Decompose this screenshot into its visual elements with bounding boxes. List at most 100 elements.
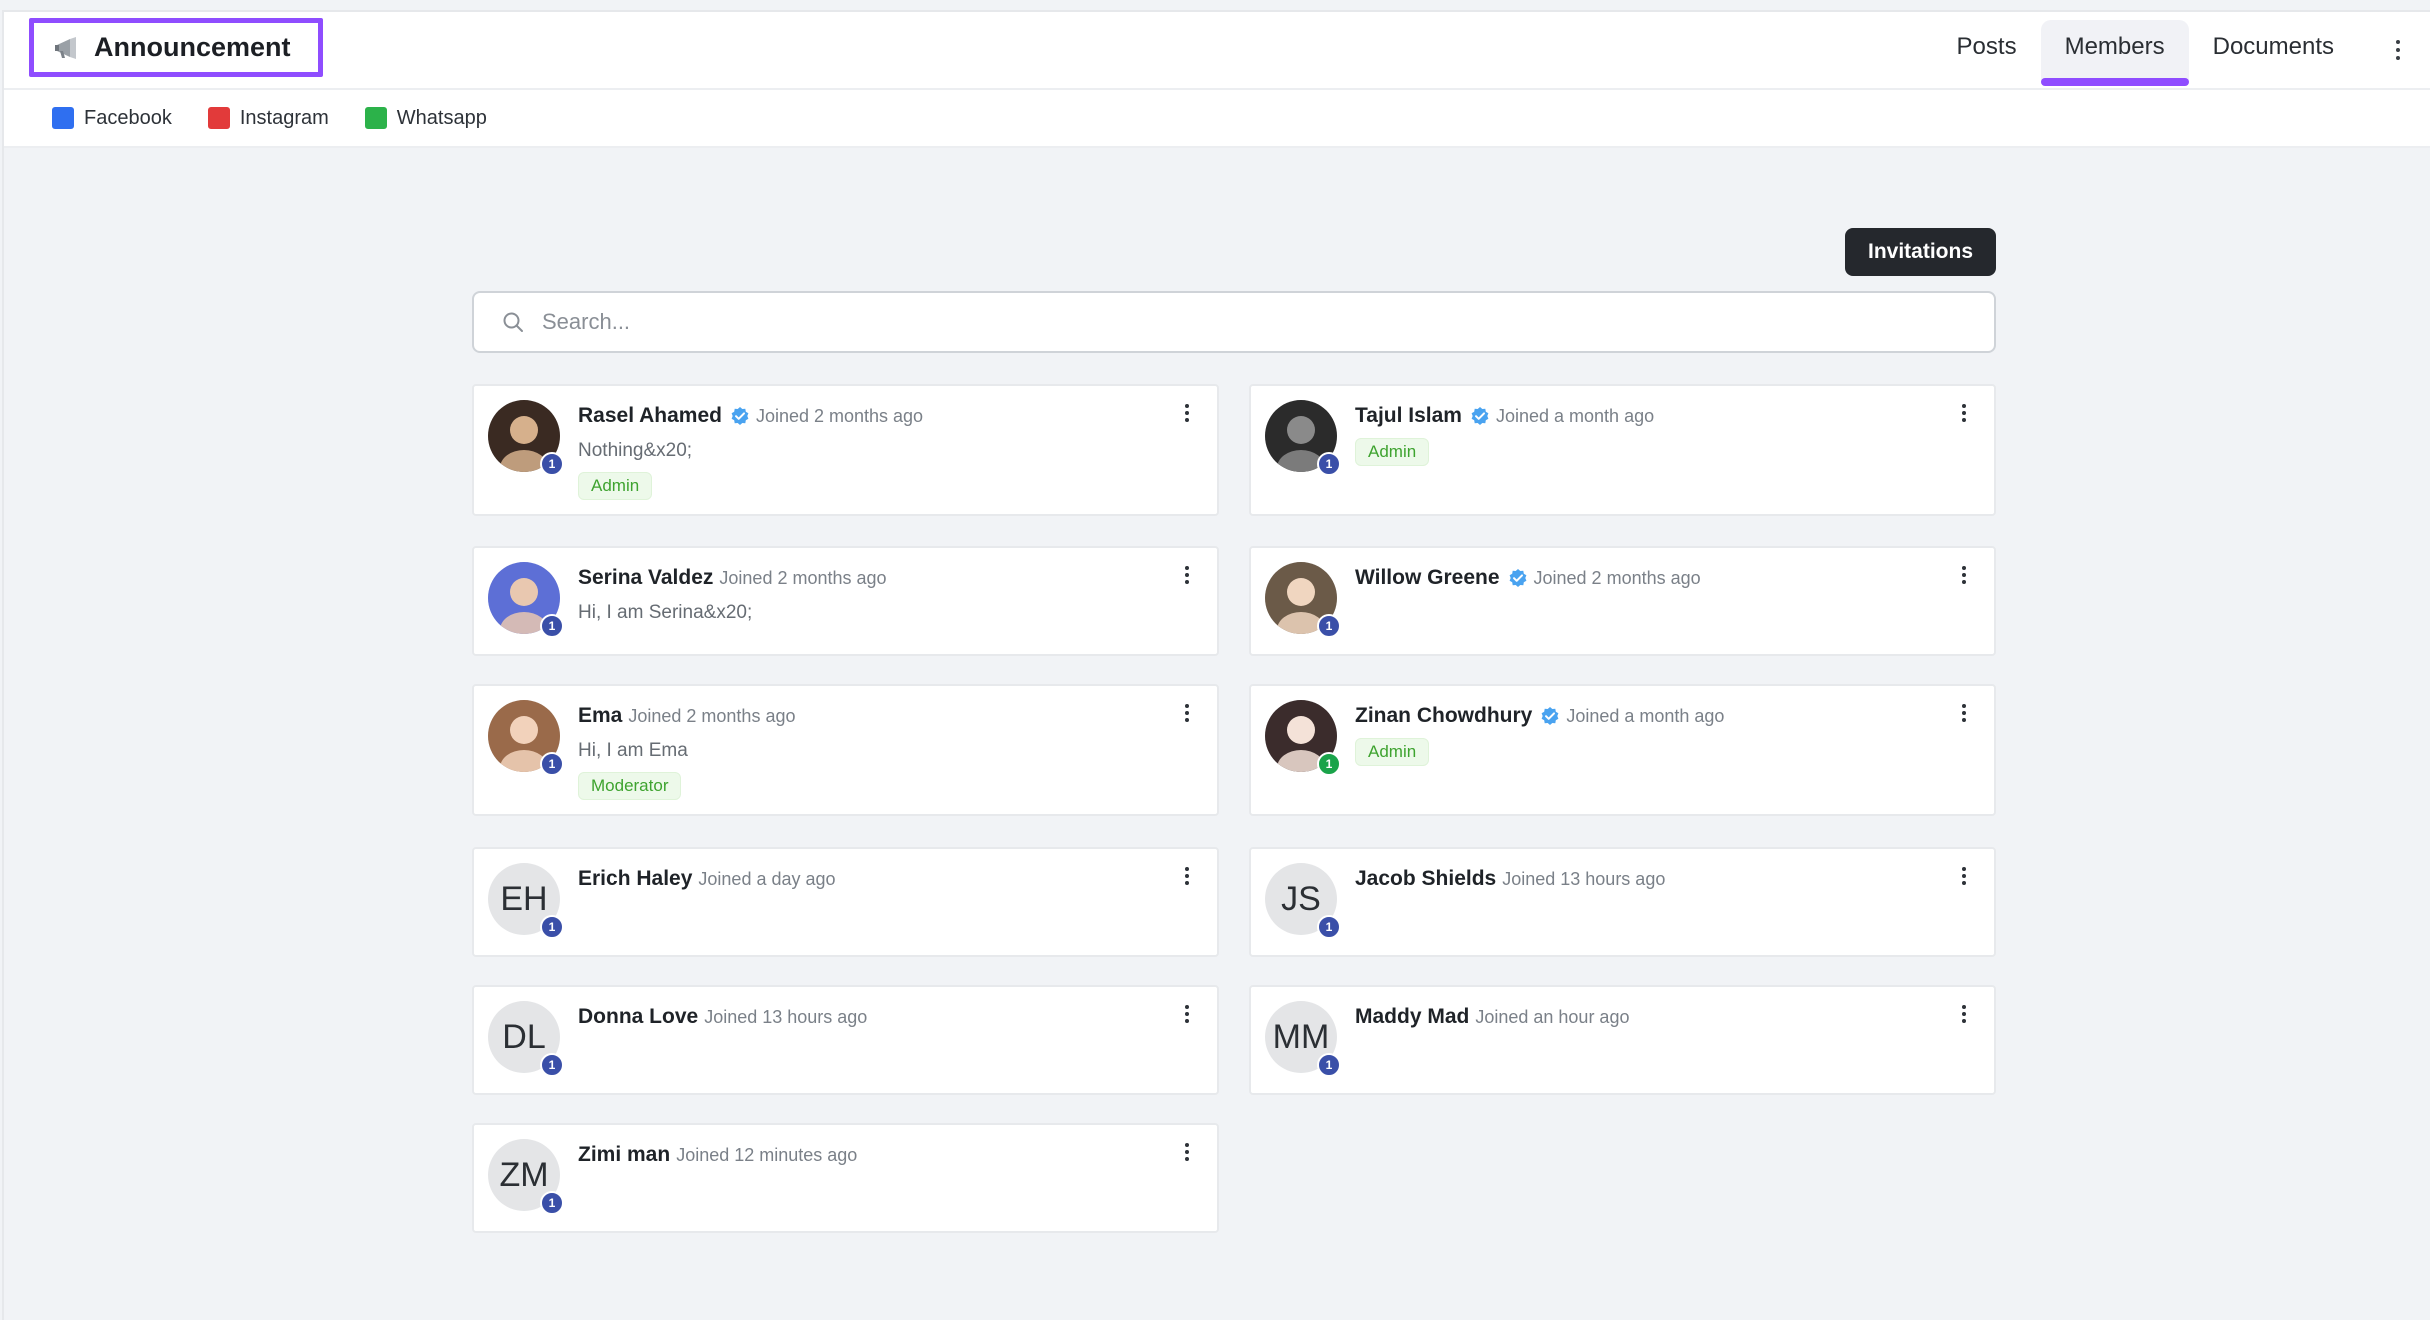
member-info: Donna Love Joined 13 hours ago <box>578 1005 867 1029</box>
member-card[interactable]: 1 Rasel Ahamed Joined 2 months ago Nothing&… <box>472 384 1219 516</box>
status-badge: 1 <box>540 452 564 476</box>
member-name-line: Willow Greene Joined 2 months ago <box>1355 566 1701 590</box>
avatar[interactable]: 1 <box>1265 700 1341 776</box>
joined-time: Joined an hour ago <box>1475 1006 1630 1027</box>
avatar[interactable]: JS 1 <box>1265 863 1341 939</box>
status-badge: 1 <box>540 1053 564 1077</box>
member-bio: Nothing&x20; <box>578 440 693 461</box>
joined-time: Joined a month ago <box>1495 405 1655 426</box>
avatar[interactable]: DL 1 <box>488 1001 564 1077</box>
verified-icon <box>1541 707 1559 725</box>
member-info: Jacob Shields Joined 13 hours ago <box>1355 867 1665 891</box>
member-name-line: Serina Valdez Joined 2 months ago <box>578 566 887 590</box>
avatar[interactable]: 1 <box>1265 562 1341 638</box>
member-card[interactable]: ZM 1 Zimi man Joined 12 minutes ago <box>472 1123 1219 1233</box>
member-options-icon[interactable] <box>1177 1005 1197 1023</box>
member-card[interactable]: 1 Zinan Chowdhury Joined a month ago Admin <box>1249 684 1996 816</box>
link-whatsapp[interactable]: Whatsapp <box>364 106 487 130</box>
avatar[interactable]: EH 1 <box>488 863 564 939</box>
avatar[interactable]: 1 <box>488 562 564 638</box>
tab-documents[interactable]: Documents <box>2189 20 2358 80</box>
search-icon <box>503 312 523 332</box>
member-options-icon[interactable] <box>1954 404 1974 422</box>
group-title[interactable]: Announcement <box>29 18 323 77</box>
member-card[interactable]: DL 1 Donna Love Joined 13 hours ago <box>472 985 1219 1095</box>
member-options-icon[interactable] <box>1177 566 1197 584</box>
member-card[interactable]: 1 Ema Joined 2 months ago Hi, I am Ema Moder… <box>472 684 1219 816</box>
avatar-initials: ZM <box>499 1155 549 1194</box>
member-options-icon[interactable] <box>1954 867 1974 885</box>
link-label: Whatsapp <box>396 106 487 129</box>
avatar-initials: EH <box>500 879 548 918</box>
member-name[interactable]: Rasel Ahamed <box>578 404 722 428</box>
status-badge: 1 <box>540 1191 564 1215</box>
status-badge: 1 <box>540 614 564 638</box>
member-info: Tajul Islam Joined a month ago Admin <box>1355 404 1654 466</box>
joined-time: Joined 2 months ago <box>1533 567 1701 588</box>
member-name[interactable]: Erich Haley <box>578 867 692 891</box>
tab-members[interactable]: Members <box>2040 20 2189 86</box>
member-options-icon[interactable] <box>1177 704 1197 722</box>
member-name-line: Zinan Chowdhury Joined a month ago <box>1355 704 1724 728</box>
avatar[interactable]: 1 <box>488 400 564 476</box>
link-facebook[interactable]: Facebook <box>52 107 172 130</box>
member-name-line: Ema Joined 2 months ago <box>578 704 795 728</box>
member-options-icon[interactable] <box>1177 404 1197 422</box>
member-name[interactable]: Serina Valdez <box>578 566 713 590</box>
member-name-line: Maddy Mad Joined an hour ago <box>1355 1005 1629 1029</box>
member-name[interactable]: Maddy Mad <box>1355 1005 1469 1029</box>
search-input[interactable] <box>540 308 1944 336</box>
member-card[interactable]: JS 1 Jacob Shields Joined 13 hours ago <box>1249 847 1996 957</box>
member-options-icon[interactable] <box>1177 867 1197 885</box>
member-info: Maddy Mad Joined an hour ago <box>1355 1005 1629 1029</box>
member-name[interactable]: Ema <box>578 704 622 728</box>
link-instagram[interactable]: Instagram <box>207 106 329 130</box>
avatar[interactable]: ZM 1 <box>488 1139 564 1215</box>
whatsapp-icon <box>364 107 387 129</box>
joined-time: Joined a day ago <box>698 868 836 889</box>
member-card[interactable]: 1 Serina Valdez Joined 2 months ago Hi, I a… <box>472 546 1219 656</box>
avatar[interactable]: 1 <box>1265 400 1341 476</box>
status-badge: 1 <box>1317 452 1341 476</box>
member-name[interactable]: Zinan Chowdhury <box>1355 704 1532 728</box>
member-card[interactable]: 1 Tajul Islam Joined a month ago Admin <box>1249 384 1996 516</box>
member-name[interactable]: Willow Greene <box>1355 566 1500 590</box>
joined-time: Joined a month ago <box>1566 705 1725 726</box>
joined-time: Joined 12 minutes ago <box>676 1144 858 1165</box>
member-card[interactable]: EH 1 Erich Haley Joined a day ago <box>472 847 1219 957</box>
member-card[interactable]: 1 Willow Greene Joined 2 months ago <box>1249 546 1996 656</box>
member-name-line: Erich Haley Joined a day ago <box>578 867 836 891</box>
verified-icon <box>731 407 749 425</box>
verified-icon <box>1509 569 1526 587</box>
instagram-icon <box>207 107 230 129</box>
member-info: Zimi man Joined 12 minutes ago <box>578 1143 857 1167</box>
member-options-icon[interactable] <box>1177 1143 1197 1161</box>
member-card[interactable]: MM 1 Maddy Mad Joined an hour ago <box>1249 985 1996 1095</box>
avatar[interactable]: MM 1 <box>1265 1001 1341 1077</box>
member-info: Ema Joined 2 months ago Hi, I am Ema Modera… <box>578 704 795 800</box>
member-name[interactable]: Tajul Islam <box>1355 404 1462 428</box>
member-name[interactable]: Zimi man <box>578 1143 670 1167</box>
member-name[interactable]: Jacob Shields <box>1355 867 1496 891</box>
search-bar[interactable] <box>472 291 1996 353</box>
member-info: Willow Greene Joined 2 months ago <box>1355 566 1701 590</box>
member-name[interactable]: Donna Love <box>578 1005 698 1029</box>
member-options-icon[interactable] <box>1954 1005 1974 1023</box>
more-options-icon[interactable] <box>2378 40 2418 60</box>
member-name-line: Zimi man Joined 12 minutes ago <box>578 1143 857 1167</box>
role-badge: Moderator <box>578 772 682 800</box>
avatar[interactable]: 1 <box>488 700 564 776</box>
member-name-line: Tajul Islam Joined a month ago <box>1355 404 1654 428</box>
page-title: Announcement <box>94 32 291 62</box>
member-options-icon[interactable] <box>1954 704 1974 722</box>
link-label: Instagram <box>239 106 329 129</box>
member-options-icon[interactable] <box>1954 566 1974 584</box>
joined-time: Joined 2 months ago <box>755 405 924 426</box>
member-bio: Hi, I am Serina&x20; <box>578 602 753 623</box>
status-badge: 1 <box>1317 752 1341 776</box>
tab-posts[interactable]: Posts <box>1933 20 2041 80</box>
status-badge: 1 <box>540 915 564 939</box>
verified-icon <box>1471 407 1489 425</box>
invitations-button[interactable]: Invitations <box>1845 228 1996 276</box>
joined-time: Joined 13 hours ago <box>704 1006 868 1027</box>
